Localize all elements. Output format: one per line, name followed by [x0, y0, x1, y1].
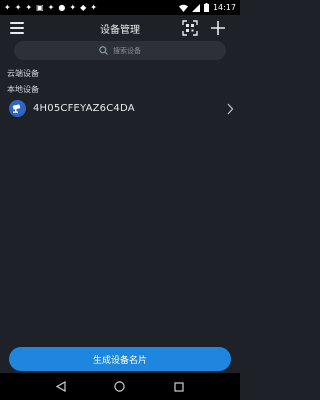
hamburger-menu-icon[interactable]	[10, 19, 28, 37]
qr-scan-icon[interactable]	[182, 20, 198, 36]
pin-icon: ●	[58, 2, 66, 12]
status-bar: ✦ ✦ ✦ ▣ ✦ ● ✦ ◆ ✦ 14:17	[0, 0, 240, 15]
chevron-right-icon	[227, 103, 234, 115]
home-circle-icon	[114, 381, 126, 392]
bird-icon: ✦	[14, 2, 22, 12]
recents-square-icon	[174, 381, 184, 392]
image-icon: ▣	[36, 2, 44, 12]
bird-icon: ✦	[90, 2, 97, 12]
device-name: 4H05CFEYAZ6C4DA	[33, 103, 135, 114]
bird-icon: ✦	[69, 2, 77, 12]
section-local-devices: 本地设备	[7, 85, 39, 94]
search-icon	[99, 46, 108, 55]
system-nav-bar	[0, 373, 240, 400]
app-bar: 设备管理	[0, 15, 240, 41]
generate-button-label: 生成设备名片	[92, 354, 147, 365]
add-device-button[interactable]	[209, 19, 227, 37]
notification-icons: ✦ ✦ ✦ ▣ ✦ ● ✦ ◆ ✦	[4, 2, 97, 12]
bird-icon: ✦	[25, 2, 33, 12]
bird-icon: ✦	[47, 2, 55, 12]
page-title: 设备管理	[100, 24, 140, 36]
battery-icon	[203, 3, 209, 12]
android-icon: ◆	[80, 2, 87, 12]
signal-icon	[191, 3, 200, 12]
bird-icon: ✦	[4, 2, 11, 12]
system-icons: 14:17	[178, 3, 236, 12]
home-button[interactable]	[112, 379, 128, 395]
recents-button[interactable]	[171, 379, 187, 395]
camera-device-icon	[9, 100, 26, 117]
section-cloud-devices: 云端设备	[7, 69, 39, 78]
device-list-item[interactable]: 4H05CFEYAZ6C4DA	[0, 98, 240, 120]
back-triangle-icon	[56, 381, 66, 392]
wifi-icon	[178, 4, 188, 12]
back-button[interactable]	[53, 379, 69, 395]
search-input[interactable]: 搜索设备	[14, 41, 226, 60]
status-time: 14:17	[212, 3, 236, 12]
plus-icon	[211, 21, 225, 35]
generate-device-card-button[interactable]: 生成设备名片	[9, 347, 231, 371]
search-placeholder: 搜索设备	[113, 46, 141, 55]
